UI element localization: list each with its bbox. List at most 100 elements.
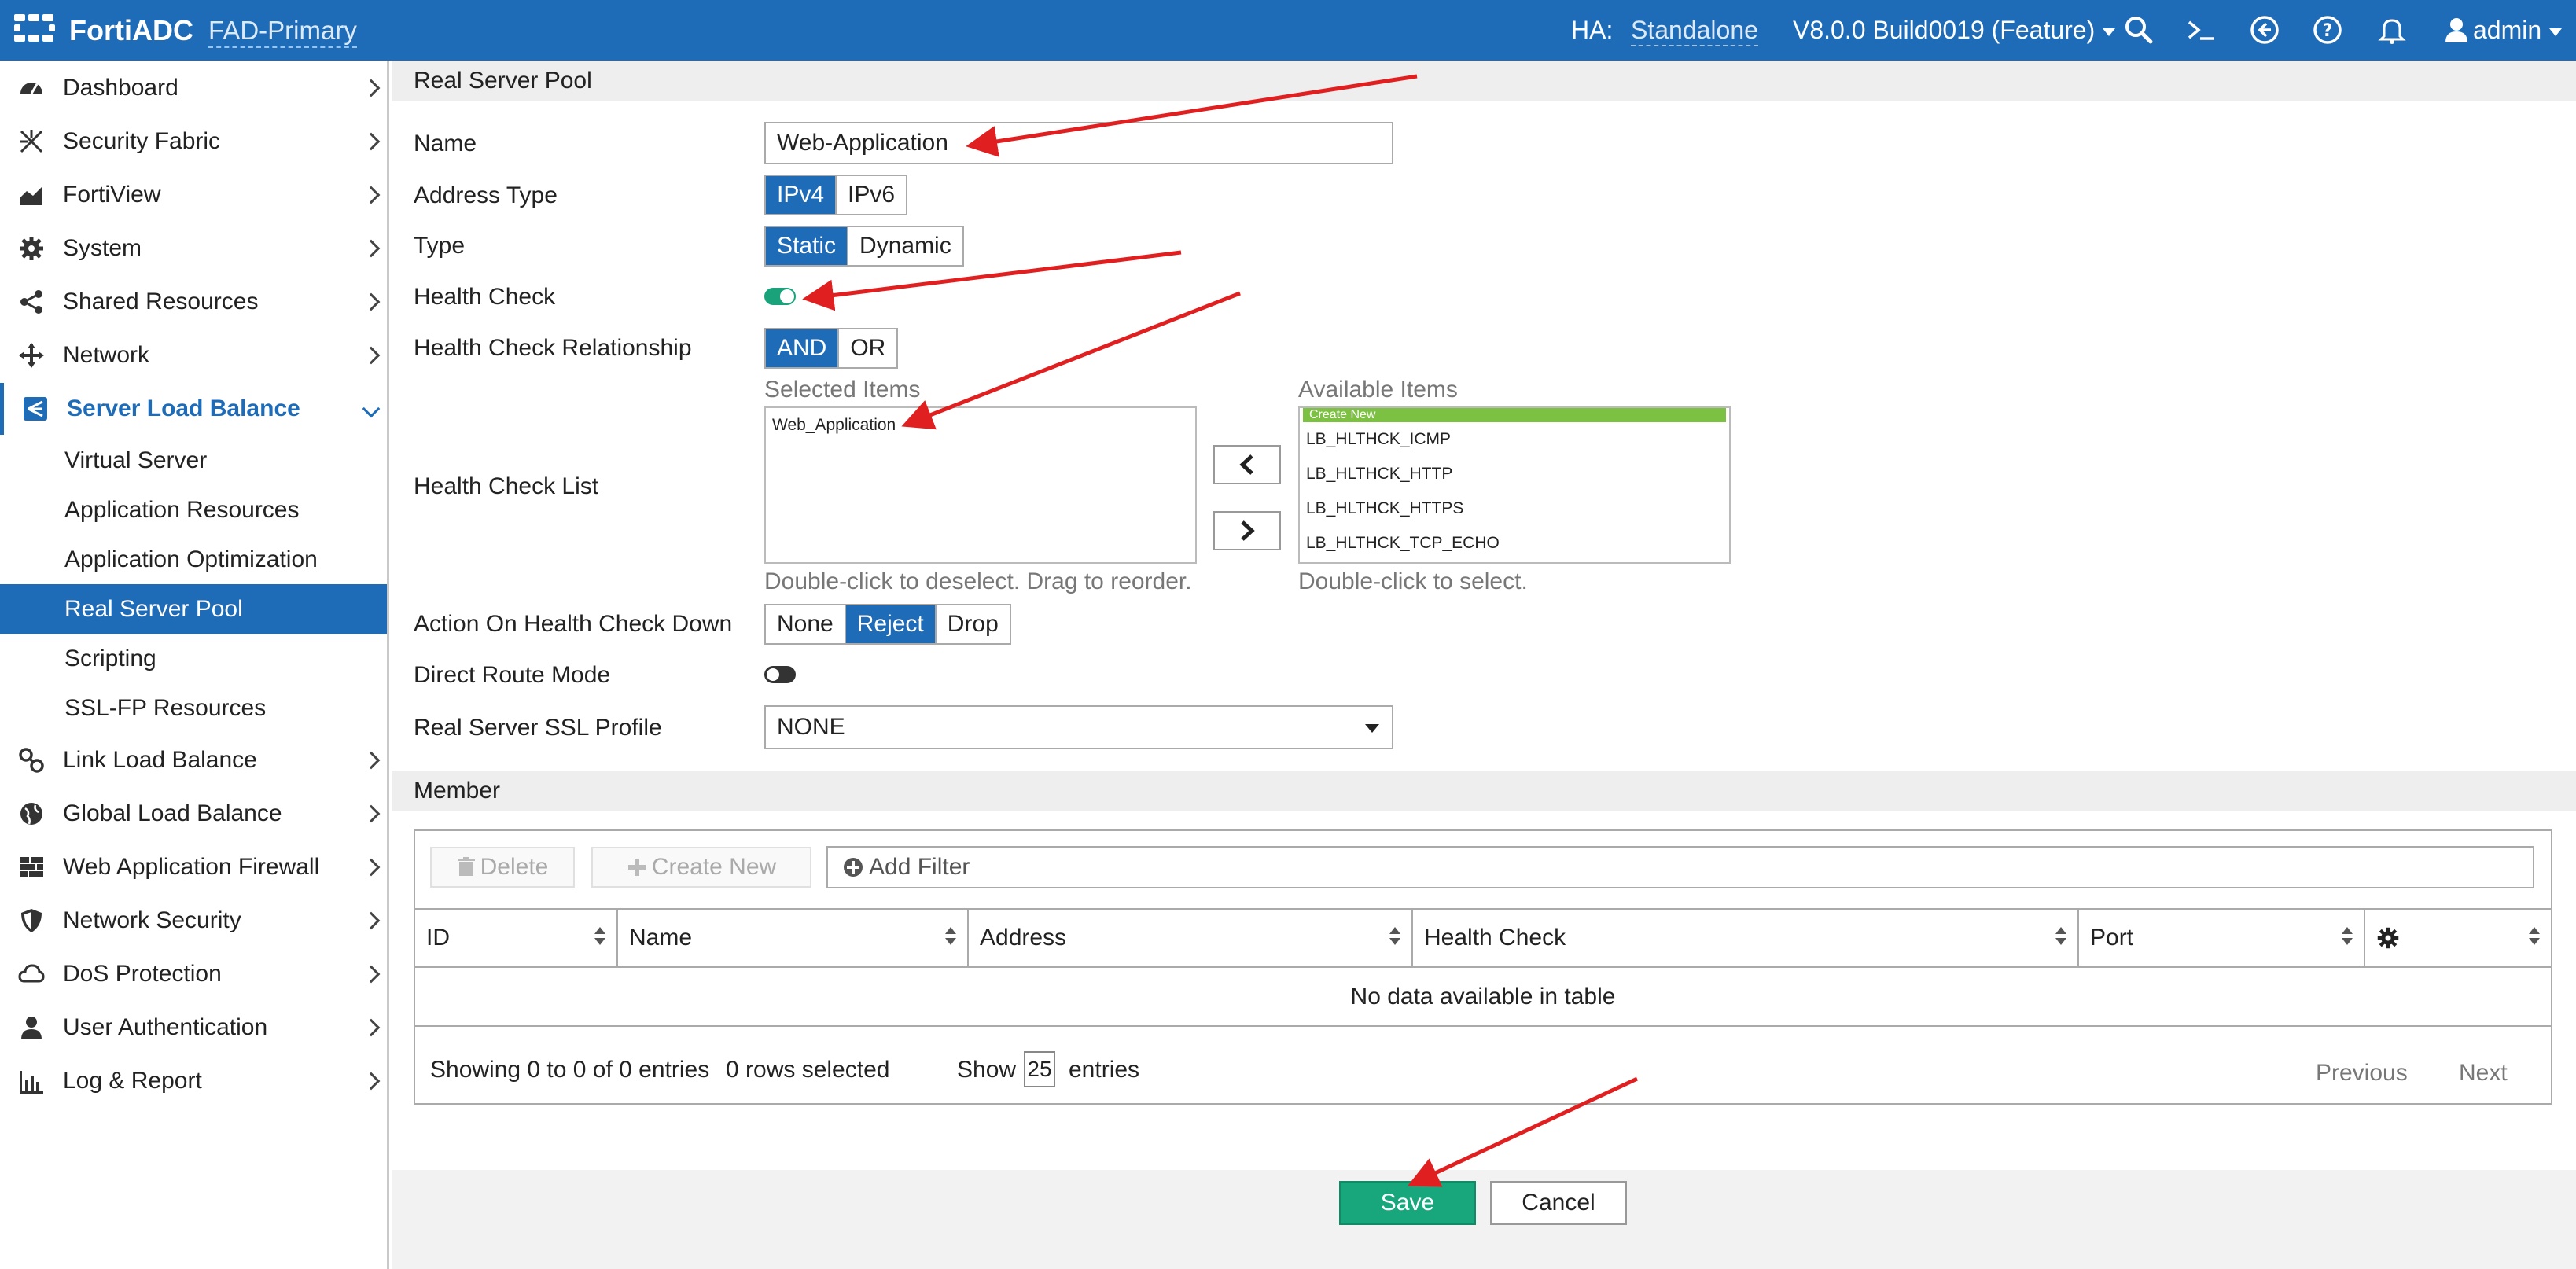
column-header-settings[interactable] bbox=[2365, 910, 2551, 966]
cli-console-icon[interactable] bbox=[2186, 14, 2217, 46]
page-size-input[interactable]: 25 bbox=[1024, 1051, 1055, 1087]
add-filter-label: Add Filter bbox=[869, 854, 970, 880]
move-left-button[interactable] bbox=[1213, 445, 1281, 484]
column-header-health-check[interactable]: Health Check bbox=[1413, 910, 2079, 966]
type-dynamic-option[interactable]: Dynamic bbox=[848, 227, 962, 265]
sidebar-subitem-virtual-server[interactable]: Virtual Server bbox=[0, 436, 387, 485]
svg-text:?: ? bbox=[2323, 21, 2333, 41]
column-header-id[interactable]: ID bbox=[415, 910, 618, 966]
sidebar-subitem-ssl-fp-resources[interactable]: SSL-FP Resources bbox=[0, 683, 387, 733]
sidebar-item-log-report[interactable]: Log & Report bbox=[0, 1055, 387, 1107]
chevron-right-icon bbox=[362, 186, 381, 204]
address-type-ipv4-option[interactable]: IPv4 bbox=[766, 176, 837, 214]
sidebar-item-label: Network bbox=[63, 342, 150, 368]
name-input[interactable]: Web-Application bbox=[764, 122, 1393, 164]
device-name[interactable]: FAD-Primary bbox=[208, 16, 357, 48]
help-icon[interactable]: ? bbox=[2312, 14, 2343, 46]
sidebar-item-dashboard[interactable]: Dashboard bbox=[0, 62, 387, 114]
annotation-arrow-health-check-list bbox=[901, 291, 1241, 430]
sidebar-subitem-scripting[interactable]: Scripting bbox=[0, 634, 387, 683]
caret-down-icon bbox=[1365, 724, 1379, 733]
selected-item[interactable]: Web_Application bbox=[766, 408, 1195, 443]
chevron-right-icon bbox=[362, 1072, 381, 1091]
user-avatar-icon[interactable] bbox=[2441, 14, 2472, 46]
ha-status-link[interactable]: Standalone bbox=[1631, 16, 1758, 46]
relationship-or-option[interactable]: OR bbox=[839, 329, 897, 367]
action-none-option[interactable]: None bbox=[766, 605, 846, 643]
selected-items-list[interactable]: Web_Application bbox=[764, 406, 1197, 564]
delete-button[interactable]: Delete bbox=[430, 847, 575, 888]
health-check-relationship-label: Health Check Relationship bbox=[414, 335, 692, 361]
sidebar-item-label: Link Load Balance bbox=[63, 747, 257, 773]
version-dropdown[interactable]: V8.0.0 Build0019 (Feature) bbox=[1793, 16, 2116, 45]
type-static-option[interactable]: Static bbox=[766, 227, 849, 265]
sidebar-subitem-application-optimization[interactable]: Application Optimization bbox=[0, 535, 387, 584]
sidebar-item-network-security[interactable]: Network Security bbox=[0, 895, 387, 947]
address-type-label: Address Type bbox=[414, 182, 558, 208]
cancel-button[interactable]: Cancel bbox=[1490, 1181, 1627, 1225]
column-header-address[interactable]: Address bbox=[969, 910, 1413, 966]
member-table-header: ID Name Address Health Check Port bbox=[415, 908, 2551, 968]
sidebar-item-fortiview[interactable]: FortiView bbox=[0, 169, 387, 221]
column-header-port[interactable]: Port bbox=[2079, 910, 2365, 966]
save-button[interactable]: Save bbox=[1339, 1181, 1476, 1225]
sidebar-item-dos-protection[interactable]: DoS Protection bbox=[0, 948, 387, 1000]
sidebar-item-label: Shared Resources bbox=[63, 289, 259, 314]
chevron-right-icon bbox=[362, 346, 381, 365]
sidebar-subitem-real-server-pool[interactable]: Real Server Pool bbox=[0, 584, 387, 634]
available-item-create-new[interactable]: Create New bbox=[1303, 408, 1726, 422]
available-item[interactable]: LB_HLTHCK_HTTP bbox=[1300, 457, 1729, 491]
rows-selected-text: 0 rows selected bbox=[726, 1057, 890, 1083]
sidebar-item-server-load-balance[interactable]: Server Load Balance bbox=[0, 383, 387, 435]
sidebar-item-label: User Authentication bbox=[63, 1014, 268, 1040]
fortinet-logo-icon bbox=[14, 14, 55, 42]
report-icon bbox=[17, 1067, 46, 1095]
search-icon[interactable] bbox=[2123, 14, 2155, 46]
available-item[interactable]: LB_HLTHCK_TCP_ECHO bbox=[1300, 526, 1729, 561]
sidebar-item-label: Web Application Firewall bbox=[63, 854, 320, 880]
previous-page-button[interactable]: Previous bbox=[2316, 1060, 2408, 1087]
plus-icon bbox=[627, 859, 646, 876]
column-header-name[interactable]: Name bbox=[618, 910, 969, 966]
available-items-list[interactable]: Create New LB_HLTHCK_ICMP LB_HLTHCK_HTTP… bbox=[1298, 406, 1731, 564]
bell-icon[interactable] bbox=[2376, 14, 2408, 46]
sidebar-item-web-application-firewall[interactable]: Web Application Firewall bbox=[0, 841, 387, 893]
sidebar-subitem-application-resources[interactable]: Application Resources bbox=[0, 485, 387, 535]
sidebar-item-network[interactable]: Network bbox=[0, 329, 387, 381]
health-check-toggle[interactable] bbox=[764, 288, 796, 305]
toggle-knob bbox=[766, 668, 780, 682]
logout-arrow-icon[interactable] bbox=[2249, 14, 2280, 46]
create-new-button[interactable]: Create New bbox=[591, 847, 811, 888]
available-item[interactable]: LB_HLTHCK_HTTPS bbox=[1300, 491, 1729, 526]
add-filter-input[interactable]: Add Filter bbox=[826, 846, 2534, 888]
sidebar-item-label: Global Load Balance bbox=[63, 800, 282, 826]
relationship-and-option[interactable]: AND bbox=[766, 329, 840, 367]
chevron-right-icon bbox=[362, 858, 381, 877]
chevron-left-icon bbox=[1239, 454, 1253, 475]
address-type-ipv6-option[interactable]: IPv6 bbox=[837, 176, 907, 214]
ssl-profile-select[interactable]: NONE bbox=[764, 705, 1393, 749]
action-reject-option[interactable]: Reject bbox=[845, 605, 937, 643]
user-menu[interactable]: admin bbox=[2473, 16, 2563, 45]
sidebar-item-shared-resources[interactable]: Shared Resources bbox=[0, 276, 387, 328]
gear-icon bbox=[2377, 927, 2399, 949]
available-item[interactable]: LB_HLTHCK_ICMP bbox=[1300, 422, 1729, 457]
sidebar-item-link-load-balance[interactable]: Link Load Balance bbox=[0, 734, 387, 786]
dashboard-icon bbox=[17, 74, 46, 102]
next-page-button[interactable]: Next bbox=[2459, 1060, 2508, 1087]
sidebar-item-label: Server Load Balance bbox=[67, 395, 300, 421]
chevron-right-icon bbox=[362, 751, 381, 770]
sidebar-item-user-authentication[interactable]: User Authentication bbox=[0, 1002, 387, 1054]
plus-circle-icon bbox=[844, 858, 863, 877]
show-label: Show bbox=[957, 1057, 1017, 1083]
action-drop-option[interactable]: Drop bbox=[936, 605, 1010, 643]
network-icon bbox=[17, 341, 46, 370]
chart-icon bbox=[17, 181, 46, 209]
column-label: ID bbox=[426, 925, 450, 951]
sidebar-item-label: Log & Report bbox=[63, 1068, 202, 1094]
direct-route-mode-toggle[interactable] bbox=[764, 666, 796, 683]
sidebar-item-global-load-balance[interactable]: Global Load Balance bbox=[0, 788, 387, 840]
sidebar-item-system[interactable]: System bbox=[0, 223, 387, 274]
move-right-button[interactable] bbox=[1213, 511, 1281, 550]
sidebar-item-security-fabric[interactable]: Security Fabric bbox=[0, 116, 387, 167]
